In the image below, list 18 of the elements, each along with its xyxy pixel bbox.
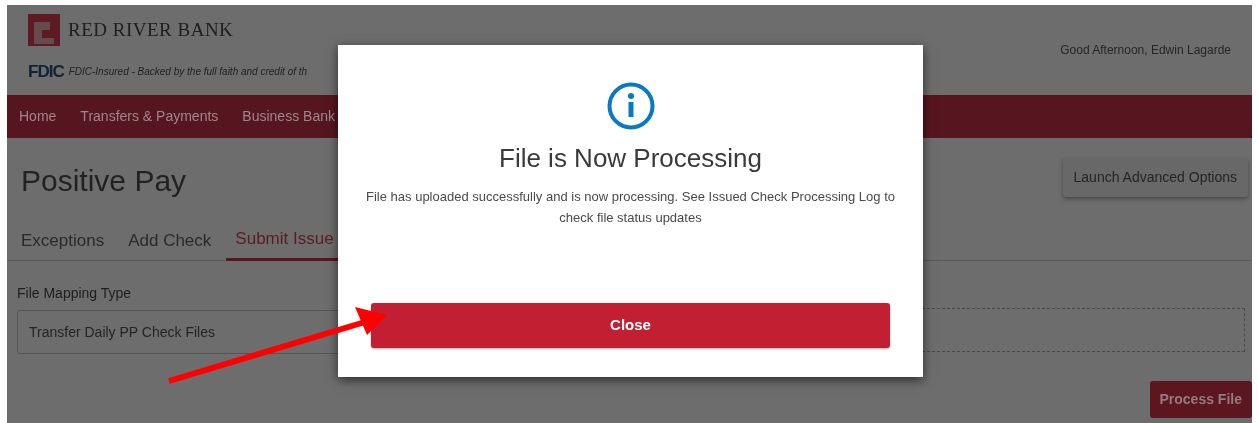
modal-title: File is Now Processing	[499, 142, 762, 175]
fdic-notice: FDIC-Insured - Backed by the full faith and credit of th	[68, 65, 308, 80]
nav-link[interactable]: Home	[19, 106, 57, 127]
page-title: Positive Pay	[21, 163, 187, 199]
process-file-button[interactable]: Process File	[1149, 381, 1252, 418]
modal-message: File has uploaded successfully and is now processing. See Issued Check Processing Log to check file status updates	[365, 188, 896, 227]
greeting-text: Good Afternoon, Edwin Lagarde	[1060, 42, 1231, 59]
fdic-logo: FDIC	[28, 61, 64, 83]
tab[interactable]: Add Check	[128, 220, 212, 261]
close-button[interactable]: Close	[371, 303, 890, 348]
bank-name: RED RIVER BANK	[68, 17, 234, 42]
info-icon	[606, 82, 655, 130]
field-label: File Mapping Type	[17, 284, 133, 303]
nav-link[interactable]: Business Bank	[242, 106, 335, 127]
bank-logo-icon	[28, 14, 60, 46]
nav-link[interactable]: Transfers & Payments	[80, 106, 219, 127]
tab[interactable]: Exceptions	[21, 220, 105, 261]
launch-advanced-options-button[interactable]: Launch Advanced Options	[1062, 158, 1248, 197]
